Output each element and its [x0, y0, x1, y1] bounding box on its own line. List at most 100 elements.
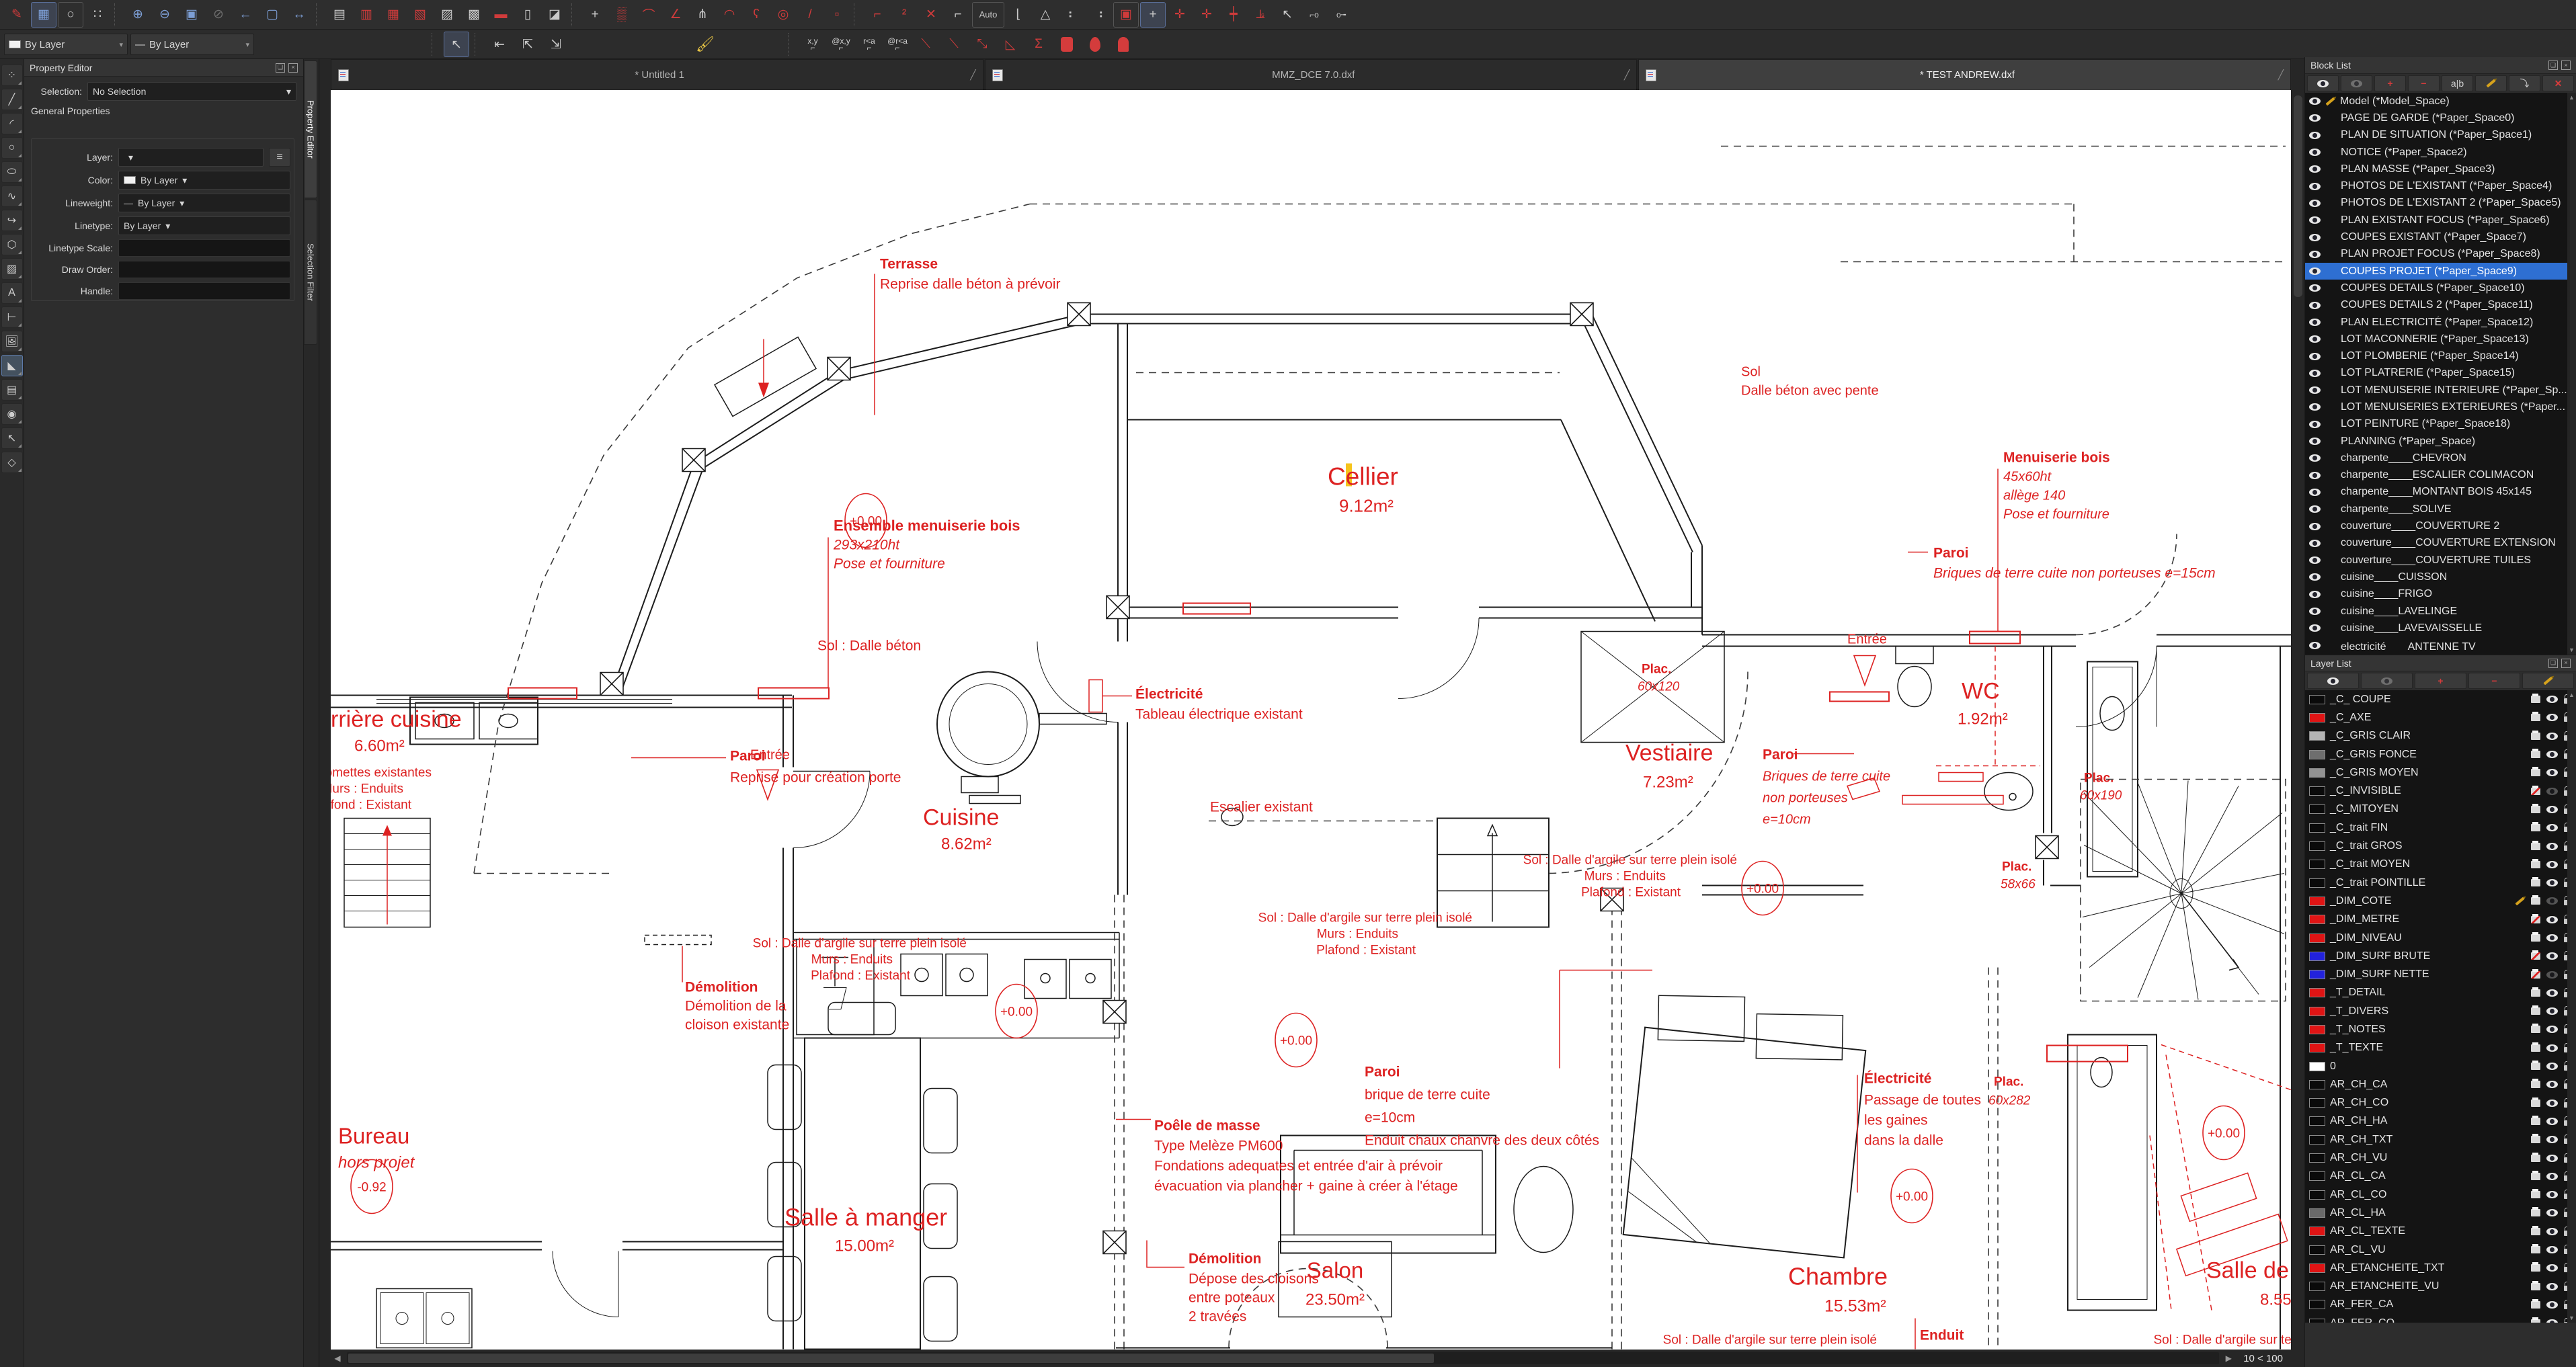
eye-off-icon[interactable]: [2546, 897, 2558, 905]
add-button[interactable]: +: [582, 2, 608, 28]
eye-icon[interactable]: [2546, 1300, 2558, 1309]
print-icon[interactable]: [2531, 1079, 2540, 1089]
block-edit-button[interactable]: [2475, 75, 2507, 91]
eye-icon[interactable]: [2309, 369, 2321, 377]
eye-icon[interactable]: [2546, 1209, 2558, 1217]
layer-list-item[interactable]: AR_CH_TXT: [2305, 1130, 2576, 1149]
layer-list-item[interactable]: AR_FER_CO: [2305, 1314, 2576, 1323]
dim-21-button[interactable]: ⠰: [1086, 2, 1112, 28]
layer-list-item[interactable]: _C_AXE: [2305, 708, 2576, 727]
eye-icon[interactable]: [2546, 824, 2558, 832]
zoom-selection-button[interactable]: ▢: [259, 2, 285, 28]
print-icon[interactable]: [2531, 767, 2540, 777]
block-list-item[interactable]: charpente____CHEVRON: [2305, 450, 2576, 466]
block-list-item[interactable]: PLAN MASSE (*Paper_Space3): [2305, 161, 2576, 177]
eye-icon[interactable]: [2309, 335, 2321, 343]
layer-list-item[interactable]: _C_trait GROS: [2305, 837, 2576, 855]
property-painter-button[interactable]: 🖌: [692, 32, 718, 57]
side-tab-property-editor[interactable]: Property Editor: [304, 60, 317, 198]
block-list-item[interactable]: LOT PLOMBERIE (*Paper_Space14): [2305, 347, 2576, 364]
divide-tool-button[interactable]: /: [797, 2, 823, 28]
eye-icon[interactable]: [2546, 1117, 2558, 1125]
print-icon[interactable]: [2531, 749, 2540, 759]
layer-list-item[interactable]: AR_CL_HA: [2305, 1204, 2576, 1222]
select-pointer-button[interactable]: ↖: [444, 32, 469, 57]
print-icon[interactable]: [2531, 1207, 2540, 1217]
block-edit-button[interactable]: ▦: [380, 2, 406, 28]
eye-icon[interactable]: [2309, 199, 2321, 207]
layer-list-item[interactable]: _T_TEXTE: [2305, 1039, 2576, 1057]
no-print-icon[interactable]: [2531, 785, 2540, 795]
layer-list-item[interactable]: _DIM_SURF BRUTE: [2305, 947, 2576, 965]
dimension-tool[interactable]: ⊢: [1, 306, 23, 328]
eye-icon[interactable]: [2309, 301, 2321, 309]
restrict-angle-button[interactable]: ⇲: [543, 32, 569, 57]
line-tool[interactable]: ╱: [1, 89, 23, 110]
block-list-item[interactable]: cuisine____CUISSON: [2305, 569, 2576, 585]
arc-tool[interactable]: ◜: [1, 113, 23, 134]
close-icon[interactable]: ╱: [1624, 69, 1629, 81]
eye-icon[interactable]: [2309, 386, 2321, 395]
layer-list-item[interactable]: AR_CL_CO: [2305, 1186, 2576, 1204]
restrict-horizontal-button[interactable]: ⇤: [487, 32, 512, 57]
property-combo[interactable]: — By Layer ▾: [118, 194, 290, 212]
print-icon[interactable]: [2531, 1280, 2540, 1290]
eye-icon[interactable]: [2546, 842, 2558, 850]
layer-list-item[interactable]: _DIM_SURF NETTE: [2305, 965, 2576, 983]
layer-list-item[interactable]: AR_ETANCHEITE_VU: [2305, 1278, 2576, 1296]
layer-list-item[interactable]: AR_CH_CO: [2305, 1094, 2576, 1112]
drawing-canvas[interactable]: Terrasse Reprise dalle béton à prévoir Sol…: [331, 90, 2291, 1350]
scroll-left-icon[interactable]: ◀: [331, 1354, 344, 1363]
block-attributes-button[interactable]: ▬: [488, 2, 514, 28]
layer-list-item[interactable]: AR_CH_VU: [2305, 1149, 2576, 1167]
document-tab[interactable]: MMZ_DCE 7.0.dxf ╱: [984, 59, 1638, 90]
zoom-disabled-button[interactable]: ⊘: [206, 2, 231, 28]
eye-icon[interactable]: [2546, 879, 2558, 887]
print-icon[interactable]: [2531, 1152, 2540, 1162]
eye-icon[interactable]: [2546, 1044, 2558, 1052]
blocks-hide-all-button[interactable]: [2341, 75, 2372, 91]
block-list-item[interactable]: LOT MENUISERIE INTERIEURE (*Paper_Sp...: [2305, 382, 2576, 399]
block-list-item[interactable]: PLAN EXISTANT FOCUS (*Paper_Space6): [2305, 212, 2576, 229]
layer-list-item[interactable]: AR_ETANCHEITE_TXT: [2305, 1259, 2576, 1277]
zoom-previous-button[interactable]: ←: [233, 2, 258, 28]
vertical-scrollbar[interactable]: [2291, 90, 2305, 1350]
trim-tool-button[interactable]: ⋔: [690, 2, 715, 28]
color-bylayer-combo[interactable]: By Layer ▾: [4, 34, 128, 55]
eye-icon[interactable]: [2546, 952, 2558, 960]
print-icon[interactable]: [2531, 1115, 2540, 1125]
spline-tool[interactable]: ∿: [1, 185, 23, 207]
eye-icon[interactable]: [2309, 420, 2321, 428]
eye-icon[interactable]: [2546, 1099, 2558, 1107]
print-icon[interactable]: [2531, 1298, 2540, 1309]
layer-list-item[interactable]: _T_NOTES: [2305, 1020, 2576, 1038]
float-icon[interactable]: ❏: [2548, 60, 2558, 70]
eye-icon[interactable]: [2546, 989, 2558, 997]
eye-icon[interactable]: [2309, 165, 2321, 173]
print-icon[interactable]: [2531, 1170, 2540, 1180]
layer-list-item[interactable]: _C_GRIS FONCE: [2305, 745, 2576, 763]
snap-perp-button[interactable]: ⫡: [1248, 2, 1273, 28]
eye-icon[interactable]: [2309, 352, 2321, 360]
block-list-item[interactable]: cuisine____LAVEVAISSELLE: [2305, 620, 2576, 636]
layer-add-button[interactable]: +: [2415, 673, 2466, 689]
print-icon[interactable]: [2531, 1097, 2540, 1107]
coord-polar-button[interactable]: r<a ⌐: [856, 32, 882, 57]
eye-icon[interactable]: [2546, 1154, 2558, 1162]
circle-2p-button[interactable]: ◠: [717, 2, 742, 28]
sum-button[interactable]: Σ: [1026, 32, 1051, 57]
eye-icon[interactable]: [2546, 1191, 2558, 1199]
snap-center-tool-button[interactable]: ◎: [770, 2, 796, 28]
eye-icon[interactable]: [2546, 1282, 2558, 1290]
eye-icon[interactable]: [2309, 216, 2321, 224]
layers-hide-all-button[interactable]: [2361, 673, 2413, 689]
print-icon[interactable]: [2531, 1061, 2540, 1071]
solid-drop-button[interactable]: [1082, 32, 1108, 57]
layer-menu-button[interactable]: ≡: [269, 148, 290, 167]
layer-list-scrollbar[interactable]: ▲ ▼: [2567, 690, 2576, 1323]
block-list-item[interactable]: couverture____COUVERTURE TUILES: [2305, 552, 2576, 569]
block-toggle-button[interactable]: ▤: [327, 2, 352, 28]
layer-edit-button[interactable]: [2522, 673, 2574, 689]
block-list-item[interactable]: PHOTOS DE L'EXISTANT 2 (*Paper_Space5): [2305, 195, 2576, 212]
circle-tool[interactable]: ○: [1, 137, 23, 159]
